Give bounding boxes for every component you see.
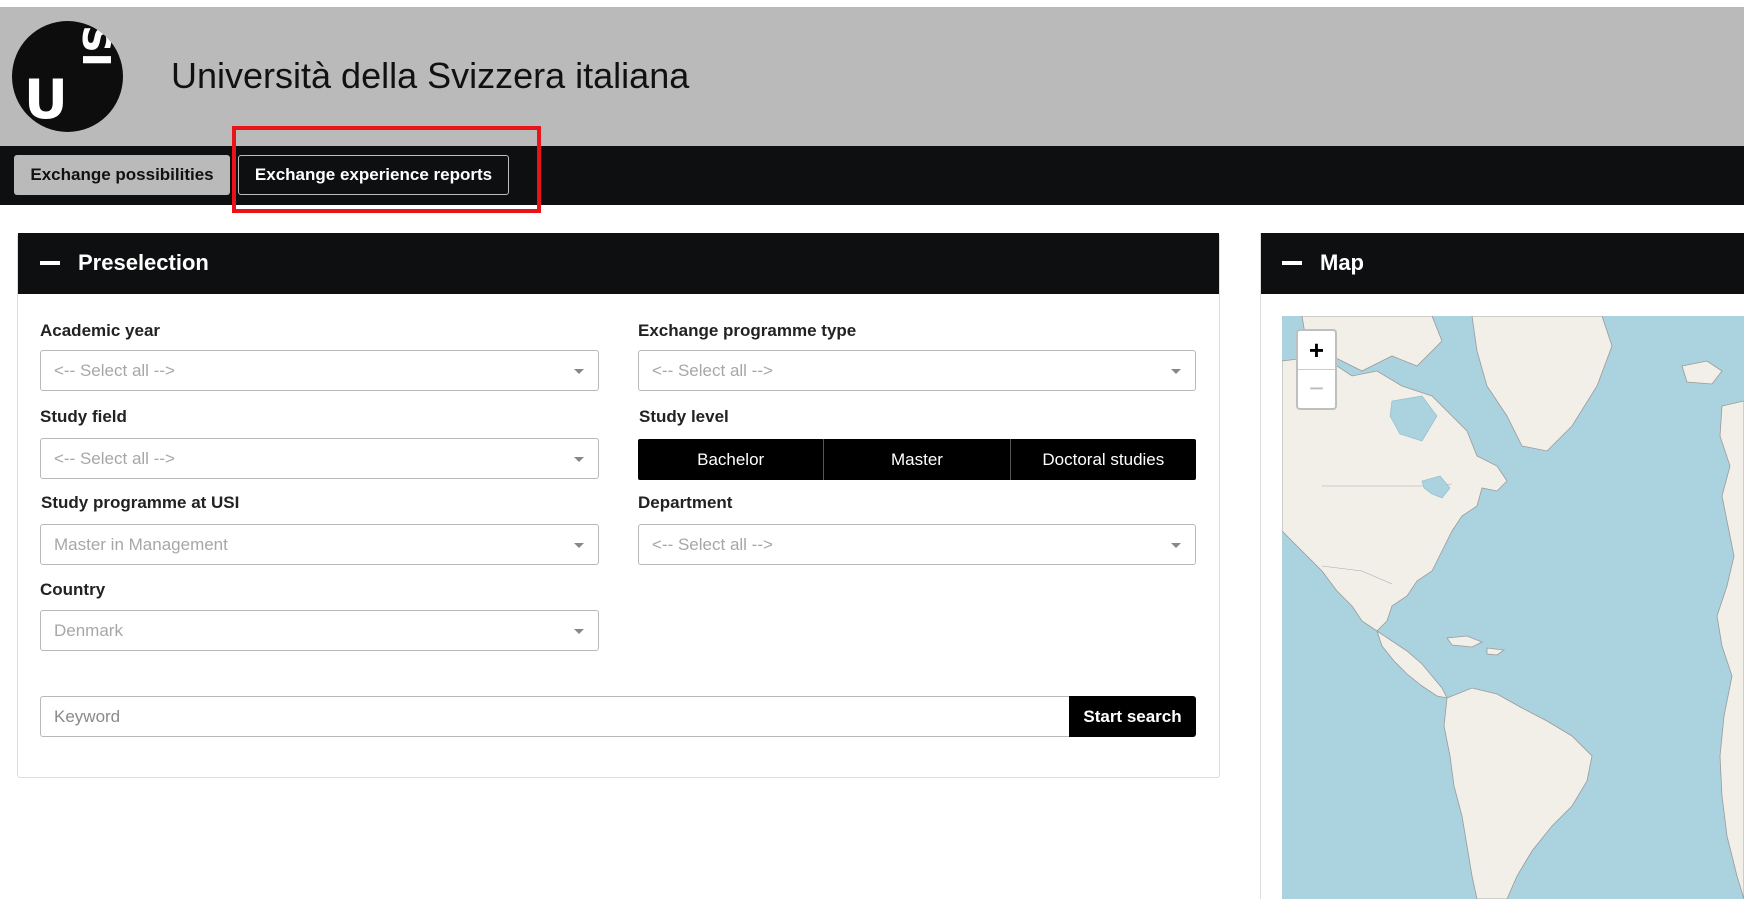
map-title: Map xyxy=(1320,250,1364,275)
department-value: <-- Select all --> xyxy=(652,535,773,554)
chevron-down-icon xyxy=(574,543,584,548)
country-label: Country xyxy=(40,580,106,599)
academic-year-select[interactable]: <-- Select all --> xyxy=(40,350,599,391)
map-land-europe-africa xyxy=(1716,400,1744,899)
usi-logo[interactable]: U SI xyxy=(12,21,123,132)
study-level-doctoral-button[interactable]: Doctoral studies xyxy=(1009,439,1196,480)
logo-letters-si: SI xyxy=(73,25,118,67)
site-title: Università della Svizzera italiana xyxy=(171,55,690,96)
tab-exchange-experience-reports[interactable]: Exchange experience reports xyxy=(238,155,509,195)
academic-year-value: <-- Select all --> xyxy=(54,361,175,380)
study-level-label: Study level xyxy=(639,407,729,426)
study-programme-select[interactable]: Master in Management xyxy=(40,524,599,565)
study-level-toggle: Bachelor Master Doctoral studies xyxy=(638,439,1196,480)
collapse-minus-icon[interactable] xyxy=(40,261,60,265)
exchange-programme-type-select[interactable]: <-- Select all --> xyxy=(638,350,1196,391)
study-field-value: <-- Select all --> xyxy=(54,449,175,468)
keyword-field xyxy=(40,696,1069,737)
map-land-caribbean-east xyxy=(1486,647,1506,656)
academic-year-label: Academic year xyxy=(40,321,161,340)
study-field-label: Study field xyxy=(40,407,127,426)
exchange-programme-type-label: Exchange programme type xyxy=(638,321,857,340)
chevron-down-icon xyxy=(574,457,584,462)
department-select[interactable]: <-- Select all --> xyxy=(638,524,1196,565)
top-strip xyxy=(0,0,1744,7)
keyword-input[interactable] xyxy=(41,697,1069,736)
study-field-select[interactable]: <-- Select all --> xyxy=(40,438,599,479)
start-search-button[interactable]: Start search xyxy=(1069,696,1196,737)
map-land-iceland xyxy=(1681,360,1723,385)
map-tiles xyxy=(1282,316,1744,899)
world-map[interactable] xyxy=(1282,316,1744,899)
tab-exchange-possibilities[interactable]: Exchange possibilities xyxy=(14,155,230,195)
exchange-programme-type-value: <-- Select all --> xyxy=(652,361,773,380)
study-level-master-button[interactable]: Master xyxy=(823,439,1009,480)
country-value: Denmark xyxy=(54,621,123,640)
preselection-header[interactable]: Preselection xyxy=(18,233,1219,294)
chevron-down-icon xyxy=(1171,543,1181,548)
logo-letter-u: U xyxy=(24,68,68,131)
department-label: Department xyxy=(638,493,733,512)
map-zoom-control: + − xyxy=(1296,329,1337,410)
chevron-down-icon xyxy=(1171,369,1181,374)
map-land-south-america xyxy=(1443,687,1593,899)
study-programme-label: Study programme at USI xyxy=(41,493,240,512)
study-level-bachelor-button[interactable]: Bachelor xyxy=(638,439,823,480)
zoom-out-button[interactable]: − xyxy=(1298,370,1335,408)
map-land-central-america xyxy=(1376,630,1448,699)
map-land-caribbean xyxy=(1446,635,1483,648)
map-land-greenland xyxy=(1471,316,1613,452)
chevron-down-icon xyxy=(574,369,584,374)
chevron-down-icon xyxy=(574,629,584,634)
country-select[interactable]: Denmark xyxy=(40,610,599,651)
collapse-minus-icon[interactable] xyxy=(1282,261,1302,265)
study-programme-value: Master in Management xyxy=(54,535,228,554)
preselection-title: Preselection xyxy=(78,250,209,275)
map-header[interactable]: Map xyxy=(1261,233,1744,294)
zoom-in-button[interactable]: + xyxy=(1298,331,1335,370)
